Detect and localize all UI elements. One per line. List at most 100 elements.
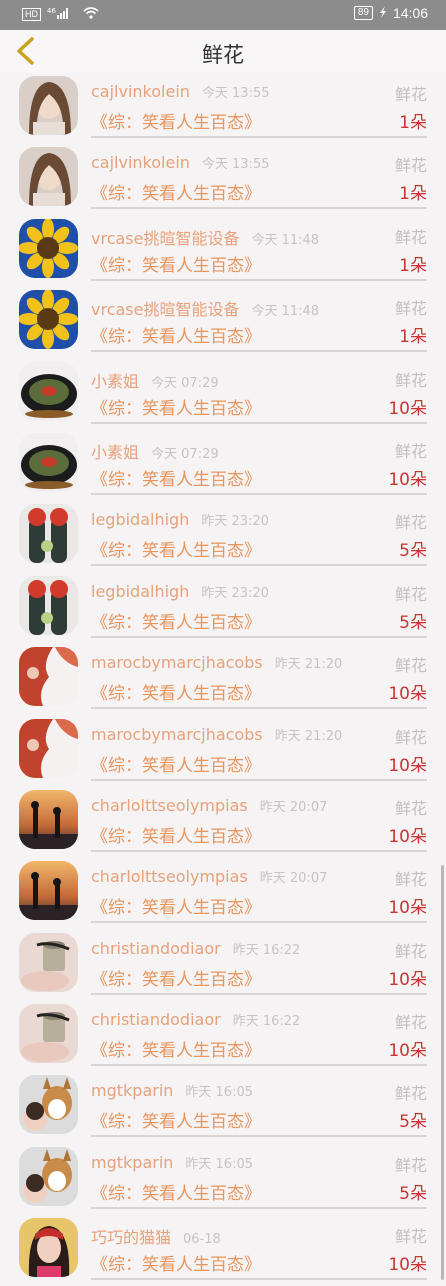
- gift-type: 鲜花: [394, 1155, 427, 1175]
- avatar[interactable]: [19, 432, 78, 492]
- user-name[interactable]: 小素姐: [91, 443, 139, 462]
- list-item[interactable]: 巧巧的猫猫 06-18 鲜花 《综：笑看人生百态》 10朵: [0, 1214, 446, 1285]
- list-item[interactable]: 小素姐 今天 07:29 鲜花 《综：笑看人生百态》 10朵: [0, 358, 446, 429]
- user-name[interactable]: legbidalhigh: [91, 510, 189, 529]
- avatar[interactable]: [19, 1004, 78, 1064]
- avatar[interactable]: [19, 290, 78, 350]
- list-item[interactable]: christiandodiaor 昨天 16:22 鲜花 《综：笑看人生百态》 10朵: [0, 1000, 446, 1071]
- gift-count: 1朵: [399, 327, 427, 348]
- program-title[interactable]: 《综：笑看人生百态》: [91, 679, 261, 704]
- user-name-line: mgtkparin 昨天 16:05: [91, 1081, 253, 1100]
- timestamp: 今天 11:48: [251, 232, 320, 248]
- avatar[interactable]: [19, 1075, 78, 1135]
- avatar[interactable]: [19, 504, 78, 564]
- program-title[interactable]: 《综：笑看人生百态》: [91, 1179, 261, 1204]
- gift-type: 鲜花: [394, 941, 427, 961]
- divider: [91, 421, 427, 424]
- program-title[interactable]: 《综：笑看人生百态》: [91, 179, 261, 204]
- divider: [91, 1064, 427, 1067]
- list-item[interactable]: vrcase挑暄智能设备 今天 11:48 鲜花 《综：笑看人生百态》 1朵: [0, 286, 446, 357]
- gift-type: 鲜花: [394, 656, 427, 676]
- user-name[interactable]: charlolttseolympias: [91, 796, 248, 815]
- program-title[interactable]: 《综：笑看人生百态》: [91, 965, 261, 990]
- divider: [91, 564, 427, 567]
- program-title[interactable]: 《综：笑看人生百态》: [91, 394, 261, 419]
- list-item[interactable]: marocbymarcjhacobs 昨天 21:20 鲜花 《综：笑看人生百态》 10…: [0, 643, 446, 714]
- user-name-line: 小素姐 今天 07:29: [91, 368, 219, 392]
- timestamp: 今天 13:55: [201, 157, 270, 173]
- avatar[interactable]: [19, 147, 78, 207]
- gift-type: 鲜花: [394, 85, 427, 104]
- page-title: 鲜花: [202, 43, 244, 67]
- program-title[interactable]: 《综：笑看人生百态》: [91, 108, 261, 133]
- user-name[interactable]: 小素姐: [91, 372, 139, 391]
- list-item[interactable]: 小素姐 今天 07:29 鲜花 《综：笑看人生百态》 10朵: [0, 429, 446, 500]
- list-item[interactable]: charlolttseolympias 昨天 20:07 鲜花 《综：笑看人生百态》 1…: [0, 786, 446, 857]
- user-name-line: christiandodiaor 昨天 16:22: [91, 939, 300, 958]
- user-name[interactable]: charlolttseolympias: [91, 867, 248, 886]
- user-name[interactable]: cajlvinkolein: [91, 82, 190, 101]
- user-name[interactable]: legbidalhigh: [91, 582, 189, 601]
- timestamp: 昨天 16:22: [232, 942, 301, 958]
- scrollbar[interactable]: [441, 865, 444, 1280]
- program-title[interactable]: 《综：笑看人生百态》: [91, 1250, 261, 1275]
- program-title[interactable]: 《综：笑看人生百态》: [91, 608, 261, 633]
- user-name[interactable]: christiandodiaor: [91, 939, 221, 958]
- user-name[interactable]: marocbymarcjhacobs: [91, 725, 263, 744]
- list-item[interactable]: charlolttseolympias 昨天 20:07 鲜花 《综：笑看人生百态》 1…: [0, 857, 446, 928]
- user-name[interactable]: marocbymarcjhacobs: [91, 653, 263, 672]
- avatar[interactable]: [19, 789, 78, 849]
- list-item[interactable]: vrcase挑暄智能设备 今天 11:48 鲜花 《综：笑看人生百态》 1朵: [0, 215, 446, 286]
- list-item[interactable]: cajlvinkolein 今天 13:55 鲜花 《综：笑看人生百态》 1朵: [0, 72, 446, 143]
- program-title[interactable]: 《综：笑看人生百态》: [91, 251, 261, 276]
- list-item[interactable]: cajlvinkolein 今天 13:55 鲜花 《综：笑看人生百态》 1朵: [0, 143, 446, 214]
- user-name-line: legbidalhigh 昨天 23:20: [91, 510, 269, 529]
- user-name[interactable]: mgtkparin: [91, 1081, 173, 1100]
- user-name-line: cajlvinkolein 今天 13:55: [91, 153, 270, 172]
- user-name-line: charlolttseolympias 昨天 20:07: [91, 796, 327, 815]
- timestamp: 昨天 16:05: [185, 1085, 254, 1101]
- gift-count: 10朵: [388, 398, 427, 419]
- avatar[interactable]: [19, 932, 78, 992]
- gift-type: 鲜花: [394, 441, 427, 461]
- user-name[interactable]: christiandodiaor: [91, 1010, 221, 1029]
- list-item[interactable]: mgtkparin 昨天 16:05 鲜花 《综：笑看人生百态》 5朵: [0, 1071, 446, 1142]
- status-bar: HD 46 89 14:06: [0, 0, 446, 30]
- user-name-line: 巧巧的猫猫 06-18: [91, 1224, 221, 1248]
- avatar[interactable]: [19, 861, 78, 921]
- divider: [91, 136, 427, 138]
- list-item[interactable]: legbidalhigh 昨天 23:20 鲜花 《综：笑看人生百态》 5朵: [0, 572, 446, 643]
- list-item[interactable]: marocbymarcjhacobs 昨天 21:20 鲜花 《综：笑看人生百态》 10…: [0, 715, 446, 786]
- user-name[interactable]: mgtkparin: [91, 1153, 173, 1172]
- program-title[interactable]: 《综：笑看人生百态》: [91, 322, 261, 347]
- program-title[interactable]: 《综：笑看人生百态》: [91, 1036, 261, 1061]
- user-name[interactable]: vrcase挑暄智能设备: [91, 229, 239, 248]
- program-title[interactable]: 《综：笑看人生百态》: [91, 1107, 261, 1132]
- user-name[interactable]: vrcase挑暄智能设备: [91, 300, 239, 319]
- avatar[interactable]: [19, 76, 78, 135]
- avatar[interactable]: [19, 361, 78, 421]
- avatar[interactable]: [19, 575, 78, 635]
- program-title[interactable]: 《综：笑看人生百态》: [91, 822, 261, 847]
- avatar[interactable]: [19, 1146, 78, 1206]
- avatar[interactable]: [19, 218, 78, 278]
- avatar[interactable]: [19, 647, 78, 707]
- user-name[interactable]: 巧巧的猫猫: [91, 1228, 171, 1247]
- gift-count: 10朵: [388, 826, 427, 847]
- program-title[interactable]: 《综：笑看人生百态》: [91, 751, 261, 776]
- timestamp: 06-18: [183, 1232, 221, 1248]
- timestamp: 昨天 16:05: [185, 1156, 254, 1172]
- program-title[interactable]: 《综：笑看人生百态》: [91, 536, 261, 561]
- avatar[interactable]: [19, 1218, 78, 1278]
- list-item[interactable]: mgtkparin 昨天 16:05 鲜花 《综：笑看人生百态》 5朵: [0, 1143, 446, 1214]
- program-title[interactable]: 《综：笑看人生百态》: [91, 465, 261, 490]
- program-title[interactable]: 《综：笑看人生百态》: [91, 893, 261, 918]
- divider: [91, 778, 427, 781]
- list-item[interactable]: christiandodiaor 昨天 16:22 鲜花 《综：笑看人生百态》 10朵: [0, 929, 446, 1000]
- avatar[interactable]: [19, 718, 78, 778]
- list-item[interactable]: legbidalhigh 昨天 23:20 鲜花 《综：笑看人生百态》 5朵: [0, 500, 446, 571]
- user-name[interactable]: cajlvinkolein: [91, 153, 190, 172]
- user-name-line: charlolttseolympias 昨天 20:07: [91, 867, 327, 886]
- gift-type: 鲜花: [394, 727, 427, 747]
- gift-type: 鲜花: [394, 227, 427, 247]
